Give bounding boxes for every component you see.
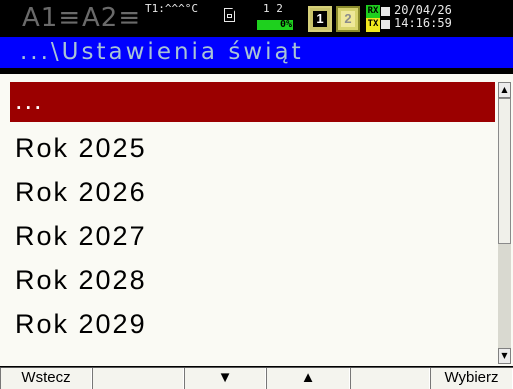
temperature-readout: T1:^^^°C	[145, 2, 198, 15]
list-item-2025[interactable]: Rok 2025	[10, 126, 495, 170]
scrollbar[interactable]: ▲ ▼	[498, 82, 511, 364]
tx-label: TX	[367, 19, 379, 29]
list-panel: ... Rok 2025 Rok 2026 Rok 2027 Rok 2028 …	[0, 74, 513, 366]
rx-tx-icon: RX TX	[366, 5, 380, 32]
alarm-a2-indicator: A2≡	[82, 3, 142, 33]
move-up-button[interactable]: ▲	[266, 368, 350, 389]
rx-label: RX	[366, 5, 380, 18]
rx-indicator-box	[381, 7, 390, 16]
channel-2-label: 2	[341, 11, 355, 27]
softkey-bar: Wstecz ▼ ▲ Wybierz	[0, 367, 513, 389]
back-button[interactable]: Wstecz	[0, 368, 92, 389]
fill-percent-label: 0%	[279, 19, 292, 30]
list-item-2027[interactable]: Rok 2027	[10, 214, 495, 258]
date-time: 20/04/26 14:16:59	[394, 4, 452, 30]
holiday-year-list: ... Rok 2025 Rok 2026 Rok 2027 Rok 2028 …	[10, 82, 495, 346]
list-item-2026[interactable]: Rok 2026	[10, 170, 495, 214]
time-text: 14:16:59	[394, 16, 452, 30]
page-title-bar: ...\Ustawienia świąt	[0, 37, 513, 68]
blank-softkey-2[interactable]	[350, 368, 430, 389]
scroll-thumb[interactable]	[498, 98, 511, 244]
channel-1-label: 1	[313, 11, 327, 27]
list-item-2029[interactable]: Rok 2029	[10, 302, 495, 346]
scroll-up-arrow-icon[interactable]: ▲	[498, 82, 511, 98]
channel-2-icon: 2	[336, 6, 360, 32]
memory-fill-bar: 0%	[257, 20, 293, 30]
tx-indicator-box	[381, 20, 390, 29]
alarm-a1-indicator: A1≡	[22, 3, 82, 33]
select-button[interactable]: Wybierz	[430, 368, 513, 389]
channel-numbers: 1 2	[263, 2, 283, 15]
status-bar: A1≡ A2≡ T1:^^^°C 1 2 0% 1 2 RX TX 20/04/…	[0, 0, 513, 36]
blank-softkey-1[interactable]	[92, 368, 184, 389]
page-title: ...\Ustawienia świąt	[20, 39, 304, 65]
move-down-button[interactable]: ▼	[184, 368, 266, 389]
list-item-2028[interactable]: Rok 2028	[10, 258, 495, 302]
channel-1-icon: 1	[308, 6, 332, 32]
list-item-parent[interactable]: ...	[10, 82, 495, 122]
sd-card-icon	[224, 8, 235, 22]
scroll-down-arrow-icon[interactable]: ▼	[498, 348, 511, 364]
